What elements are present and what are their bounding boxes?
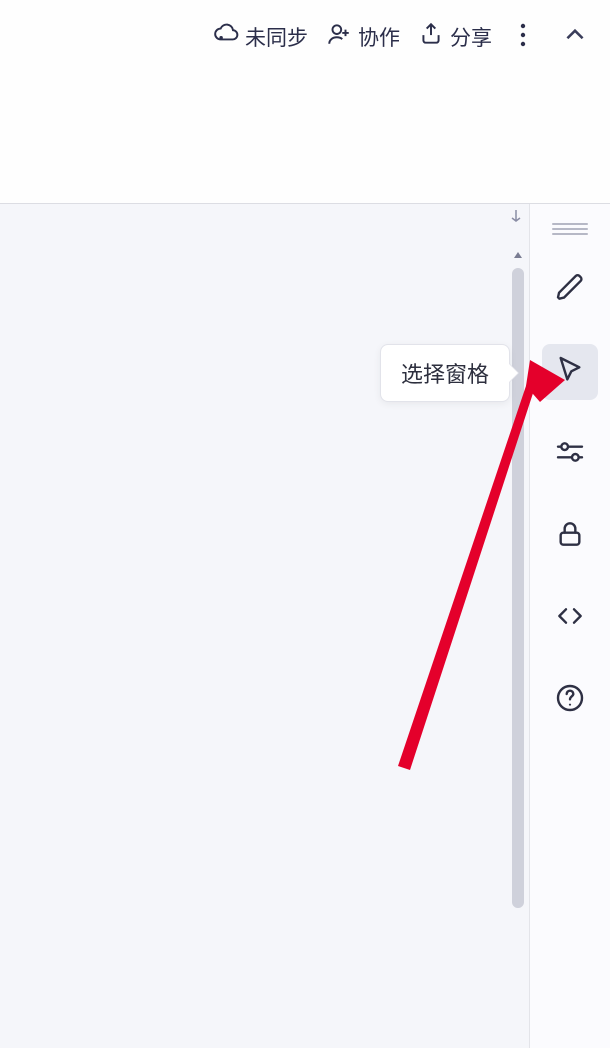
lock-icon <box>554 518 586 555</box>
select-cursor-icon <box>554 354 586 391</box>
sidebar-code-button[interactable] <box>542 590 598 646</box>
ribbon-collapsed-area <box>0 74 610 204</box>
select-pane-tooltip: 选择窗格 <box>380 344 510 402</box>
sidebar-lock-button[interactable] <box>542 508 598 564</box>
chevron-up-icon <box>562 22 588 53</box>
tooltip-text: 选择窗格 <box>401 362 489 387</box>
scrollbar-up-button[interactable] <box>509 248 527 266</box>
document-canvas[interactable] <box>0 204 530 1048</box>
settings-sliders-icon <box>554 436 586 473</box>
edit-pencil-icon <box>554 272 586 309</box>
sidebar-select-pane-button[interactable] <box>542 344 598 400</box>
ruler-end-marker <box>509 208 523 224</box>
sidebar-help-button[interactable] <box>542 672 598 728</box>
triangle-up-icon <box>512 248 524 266</box>
help-icon <box>554 682 586 719</box>
sidebar-drag-handle[interactable] <box>552 222 588 236</box>
user-plus-icon <box>326 21 352 53</box>
right-sidebar <box>530 204 610 1048</box>
main-area <box>0 204 610 1048</box>
sync-status-button[interactable]: 未同步 <box>207 17 314 57</box>
sidebar-properties-button[interactable] <box>542 426 598 482</box>
collaborate-button[interactable]: 协作 <box>320 17 406 57</box>
share-button[interactable]: 分享 <box>412 17 498 57</box>
more-menu-button[interactable] <box>504 18 542 56</box>
sync-status-label: 未同步 <box>245 22 308 52</box>
code-icon <box>554 600 586 637</box>
vertical-dots-icon <box>520 22 526 53</box>
share-icon <box>418 21 444 53</box>
cloud-icon <box>213 21 239 53</box>
top-toolbar: 未同步 协作 分享 <box>0 0 610 74</box>
collaborate-label: 协作 <box>358 22 400 52</box>
vertical-scrollbar <box>509 248 527 928</box>
share-label: 分享 <box>450 22 492 52</box>
sidebar-edit-button[interactable] <box>542 262 598 318</box>
collapse-ribbon-button[interactable] <box>554 16 596 58</box>
